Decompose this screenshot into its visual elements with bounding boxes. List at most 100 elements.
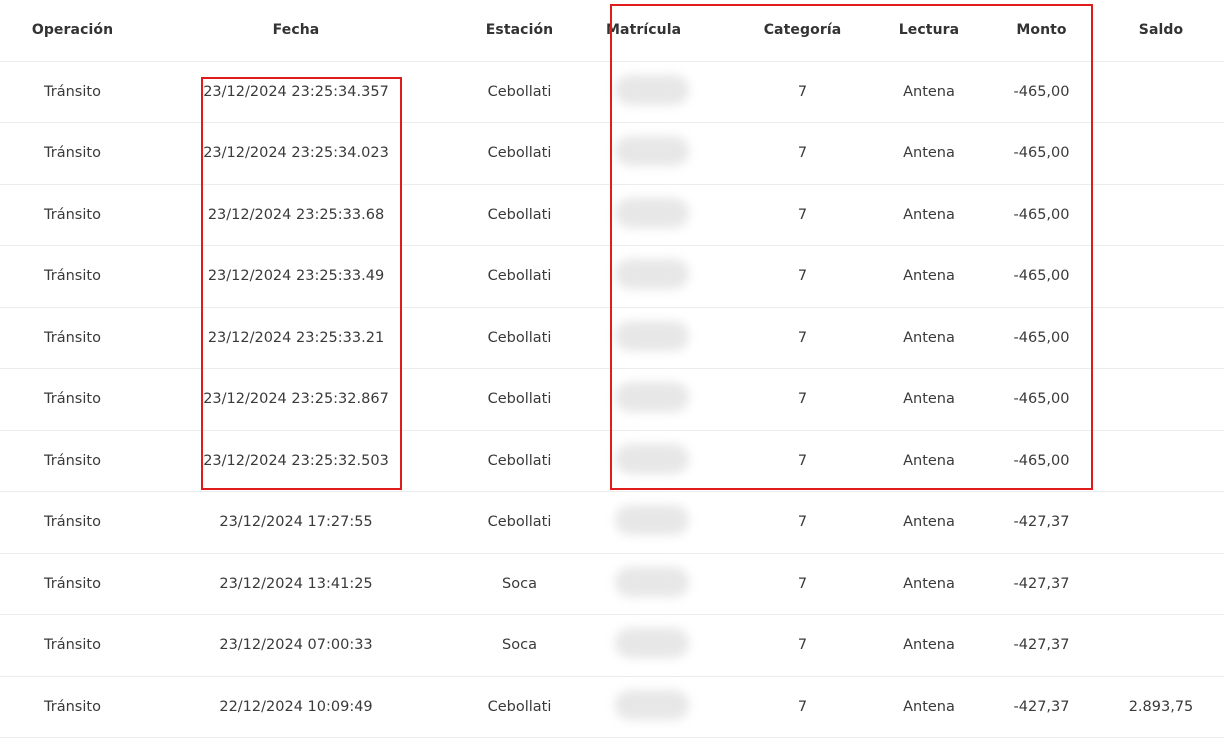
header-fecha[interactable]: Fecha (145, 0, 447, 62)
cell-monto: -465,00 (985, 307, 1098, 369)
cell-operacion: Tránsito (0, 61, 145, 123)
cell-fecha: 23/12/2024 13:41:25 (145, 553, 447, 615)
header-matricula[interactable]: Matrícula (592, 0, 732, 62)
cell-monto: -427,37 (985, 676, 1098, 738)
cell-monto: -465,00 (985, 122, 1098, 185)
table-row[interactable]: Tránsito 23/12/2024 23:25:32.503 Cebollati… (0, 430, 1224, 492)
cell-saldo (1098, 614, 1224, 677)
cell-fecha: 22/12/2024 10:09:49 (145, 676, 447, 738)
cell-lectura: Antena (873, 491, 985, 554)
cell-matricula-redacted (592, 307, 732, 369)
cell-categoria: 7 (732, 676, 873, 738)
cell-fecha: 23/12/2024 23:25:34.023 (145, 122, 447, 185)
redacted-plate-blur (615, 566, 689, 597)
cell-monto: -465,00 (985, 184, 1098, 246)
cell-matricula-redacted (592, 368, 732, 431)
cell-fecha: 23/12/2024 23:25:33.21 (145, 307, 447, 369)
cell-lectura: Antena (873, 122, 985, 185)
cell-saldo (1098, 491, 1224, 554)
cell-operacion: Tránsito (0, 245, 145, 308)
table-row[interactable]: Tránsito 23/12/2024 07:00:33 Soca 7 Antena -4… (0, 614, 1224, 677)
table-row[interactable]: Tránsito 22/12/2024 10:09:49 Cebollati 7 Ant… (0, 676, 1224, 738)
redacted-plate-blur (615, 197, 689, 228)
header-lectura[interactable]: Lectura (873, 0, 985, 62)
cell-estacion: Cebollati (447, 61, 592, 123)
redacted-plate-blur (615, 505, 689, 536)
table-row[interactable]: Tránsito 23/12/2024 17:27:55 Cebollati 7 Ant… (0, 491, 1224, 554)
cell-monto: -427,37 (985, 491, 1098, 554)
cell-estacion: Cebollati (447, 245, 592, 308)
cell-operacion: Tránsito (0, 122, 145, 185)
header-monto[interactable]: Monto (985, 0, 1098, 62)
cell-estacion: Cebollati (447, 184, 592, 246)
cell-operacion: Tránsito (0, 614, 145, 677)
redacted-plate-blur (615, 443, 689, 474)
cell-estacion: Cebollati (447, 491, 592, 554)
table-row[interactable]: Tránsito 23/12/2024 23:25:32.867 Cebollati… (0, 368, 1224, 431)
cell-monto: -465,00 (985, 245, 1098, 308)
cell-monto: -465,00 (985, 430, 1098, 492)
cell-matricula-redacted (592, 184, 732, 246)
cell-saldo (1098, 122, 1224, 185)
cell-fecha: 23/12/2024 23:25:33.68 (145, 184, 447, 246)
cell-monto: -427,37 (985, 553, 1098, 615)
table-row[interactable]: Tránsito 23/12/2024 23:25:34.357 Cebollati… (0, 61, 1224, 123)
cell-lectura: Antena (873, 553, 985, 615)
redacted-plate-blur (615, 320, 689, 351)
header-categoria[interactable]: Categoría (732, 0, 873, 62)
cell-estacion: Cebollati (447, 122, 592, 185)
cell-lectura: Antena (873, 430, 985, 492)
cell-fecha: 23/12/2024 17:27:55 (145, 491, 447, 554)
cell-matricula-redacted (592, 676, 732, 738)
header-row: Operación Fecha Estación Matrícula Categ… (0, 0, 1224, 62)
cell-lectura: Antena (873, 676, 985, 738)
cell-matricula-redacted (592, 430, 732, 492)
cell-saldo (1098, 61, 1224, 123)
cell-matricula-redacted (592, 491, 732, 554)
header-saldo[interactable]: Saldo (1098, 0, 1224, 62)
cell-categoria: 7 (732, 491, 873, 554)
header-estacion[interactable]: Estación (447, 0, 592, 62)
cell-fecha: 23/12/2024 23:25:33.49 (145, 245, 447, 308)
cell-fecha: 23/12/2024 23:25:34.357 (145, 61, 447, 123)
cell-estacion: Cebollati (447, 676, 592, 738)
cell-monto: -465,00 (985, 61, 1098, 123)
cell-lectura: Antena (873, 184, 985, 246)
cell-lectura: Antena (873, 614, 985, 677)
table-body: Tránsito 23/12/2024 23:25:34.357 Cebollati… (0, 61, 1224, 738)
cell-matricula-redacted (592, 553, 732, 615)
table-row[interactable]: Tránsito 23/12/2024 23:25:34.023 Cebollati… (0, 122, 1224, 185)
cell-operacion: Tránsito (0, 430, 145, 492)
redacted-plate-blur (615, 259, 689, 290)
table-row[interactable]: Tránsito 23/12/2024 23:25:33.49 Cebollati 7… (0, 245, 1224, 308)
cell-saldo (1098, 245, 1224, 308)
cell-operacion: Tránsito (0, 491, 145, 554)
cell-categoria: 7 (732, 368, 873, 431)
cell-estacion: Cebollati (447, 307, 592, 369)
table-row[interactable]: Tránsito 23/12/2024 13:41:25 Soca 7 Antena -4… (0, 553, 1224, 615)
redacted-plate-blur (615, 382, 689, 413)
cell-operacion: Tránsito (0, 368, 145, 431)
cell-matricula-redacted (592, 614, 732, 677)
table-row[interactable]: Tránsito 23/12/2024 23:25:33.68 Cebollati 7… (0, 184, 1224, 246)
cell-monto: -465,00 (985, 368, 1098, 431)
cell-lectura: Antena (873, 61, 985, 123)
redacted-plate-blur (615, 74, 689, 105)
cell-lectura: Antena (873, 307, 985, 369)
table-row[interactable]: Tránsito 23/12/2024 23:25:33.21 Cebollati 7… (0, 307, 1224, 369)
cell-operacion: Tránsito (0, 184, 145, 246)
header-operacion[interactable]: Operación (0, 0, 145, 62)
transactions-table: Operación Fecha Estación Matrícula Categ… (0, 0, 1224, 738)
cell-categoria: 7 (732, 245, 873, 308)
cell-lectura: Antena (873, 368, 985, 431)
redacted-plate-blur (615, 689, 689, 720)
cell-lectura: Antena (873, 245, 985, 308)
redacted-plate-blur (615, 628, 689, 659)
cell-saldo (1098, 430, 1224, 492)
cell-categoria: 7 (732, 61, 873, 123)
cell-categoria: 7 (732, 122, 873, 185)
cell-categoria: 7 (732, 184, 873, 246)
cell-saldo (1098, 553, 1224, 615)
cell-matricula-redacted (592, 245, 732, 308)
cell-estacion: Cebollati (447, 368, 592, 431)
